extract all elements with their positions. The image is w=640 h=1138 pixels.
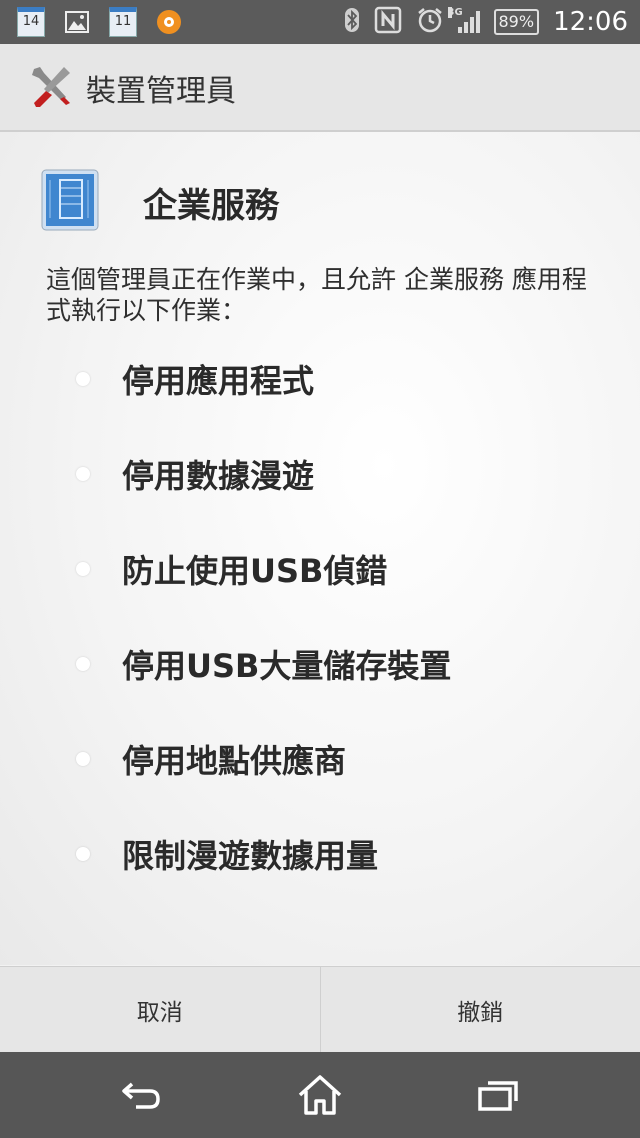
calendar-icon: 14 [16,7,46,37]
admin-description: 這個管理員正在作業中，且允許 企業服務 應用程式執行以下作業： [46,265,587,325]
network-type: 3G [447,7,463,18]
permission-label: 停用數據漫遊 [122,457,315,495]
permission-label: 停用應用程式 [122,362,315,400]
bullet [76,372,90,386]
permission-label: 防止使用USB偵錯 [122,552,388,590]
permission-label: 停用地點供應商 [122,742,347,780]
page-title: 裝置管理員 [86,74,236,109]
status-bar: 14 11 3G 89% 12:06 [0,0,640,44]
button-bar: 取消 撤銷 [0,966,640,1053]
image-icon [62,7,92,37]
permission-label: 停用USB大量儲存裝置 [122,647,452,685]
bullet [76,562,90,576]
list-item: 停用USB大量儲存裝置 [0,629,640,724]
bluetooth-icon [344,7,360,37]
list-item: 防止使用USB偵錯 [0,534,640,629]
calendar-icon-2: 11 [108,7,138,37]
recents-icon[interactable] [468,1070,528,1120]
blueprint-tablet-icon [38,168,100,232]
list-item: 停用地點供應商 [0,724,640,819]
action-bar: 裝置管理員 [0,44,640,132]
permission-label: 限制漫遊數據用量 [122,837,379,875]
permission-list: 停用應用程式 停用數據漫遊 防止使用USB偵錯 停用USB大量儲存裝置 停用地點… [0,344,640,914]
home-icon[interactable] [290,1070,350,1120]
orange-circle-icon [154,7,184,37]
admin-detail: 企業服務 這個管理員正在作業中，且允許 企業服務 應用程式執行以下作業： 停用應… [0,132,640,965]
clock: 12:06 [553,7,628,37]
calendar-day-2: 11 [109,7,137,37]
wrench-screwdriver-icon [26,63,74,111]
bullet [76,752,90,766]
list-item: 限制漫遊數據用量 [0,819,640,914]
signal-icon: 3G [447,7,480,33]
alarm-icon [416,6,444,38]
back-icon[interactable] [112,1070,172,1120]
bullet [76,467,90,481]
admin-name: 企業服務 [143,186,279,226]
bullet [76,847,90,861]
list-item: 停用數據漫遊 [0,439,640,534]
bullet [76,657,90,671]
list-item: 停用應用程式 [0,344,640,439]
battery-indicator: 89% [493,9,540,35]
calendar-day: 14 [17,7,45,37]
revoke-button[interactable]: 撤銷 [319,967,640,1053]
navigation-bar [0,1052,640,1138]
cancel-button[interactable]: 取消 [0,967,320,1053]
nfc-icon [374,6,402,38]
